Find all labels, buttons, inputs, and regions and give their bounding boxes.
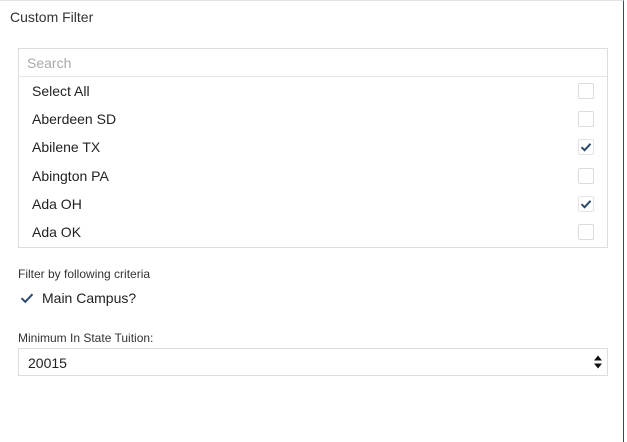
list-item-label: Ada OK	[32, 224, 82, 241]
list-item[interactable]: Ada OH	[19, 190, 607, 218]
list-item-label: Abington PA	[32, 167, 109, 184]
checkmark-icon[interactable]	[19, 290, 35, 306]
checkbox[interactable]	[578, 167, 594, 184]
list-item[interactable]: Ada OK	[19, 218, 607, 246]
filter-list: Select All Aberdeen SD Abilene TX Abingt…	[19, 77, 607, 246]
list-item[interactable]: Aberdeen SD	[19, 105, 607, 133]
tuition-value: 20015	[28, 355, 67, 371]
main-campus-toggle[interactable]: Main Campus?	[18, 289, 158, 307]
filter-list-box: Select All Aberdeen SD Abilene TX Abingt…	[18, 48, 608, 248]
checkbox-checked[interactable]	[578, 195, 594, 212]
checkbox[interactable]	[578, 224, 594, 241]
list-item[interactable]: Abington PA	[19, 162, 607, 190]
checkbox[interactable]	[578, 111, 594, 128]
main-campus-label: Main Campus?	[42, 290, 137, 306]
list-item-label: Ada OH	[32, 195, 82, 212]
checkbox-checked[interactable]	[578, 139, 594, 156]
checkmark-icon	[580, 143, 592, 153]
spinner-arrows-icon[interactable]	[593, 354, 603, 370]
list-item-select-all[interactable]: Select All	[19, 77, 607, 105]
list-item-label: Select All	[32, 83, 90, 100]
criteria-heading: Filter by following criteria	[18, 267, 151, 281]
list-item-label: Abilene TX	[32, 139, 101, 156]
tuition-number-input[interactable]: 20015	[18, 348, 608, 376]
list-item-label: Aberdeen SD	[32, 111, 117, 128]
custom-filter-panel: Custom Filter Select All Aberdeen SD Abi…	[0, 0, 624, 442]
tuition-label: Minimum In State Tuition:	[18, 331, 154, 345]
panel-title: Custom Filter	[10, 9, 94, 25]
list-item[interactable]: Abilene TX	[19, 133, 607, 161]
checkbox[interactable]	[578, 83, 594, 100]
checkmark-icon	[580, 199, 592, 209]
search-input[interactable]	[19, 49, 607, 77]
